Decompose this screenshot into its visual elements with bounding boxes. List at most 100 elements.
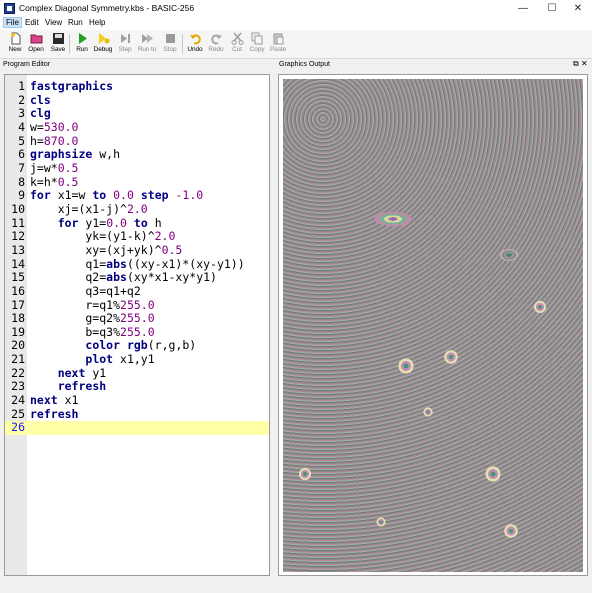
number-token: 0.5	[57, 160, 79, 175]
text-token: yk=(y1-k)^	[30, 229, 155, 244]
keyword-token: to	[92, 188, 107, 203]
code-line[interactable]: 9 for x1=w to 0.0 step -1.0	[5, 188, 269, 203]
program-editor[interactable]: 1 fastgraphics 2 cls 3 clg 4 w=530.0 5 h=870.0 6 gr…	[4, 74, 270, 576]
code-text: q1=abs((xy-x1)*(xy-y1))	[30, 256, 244, 272]
line-number: 17	[11, 297, 25, 312]
code-line[interactable]: 2 cls	[5, 92, 269, 108]
close-button[interactable]: ✕	[563, 0, 592, 17]
close-pane-icon[interactable]: ✕	[581, 59, 588, 68]
code-text: next x1	[30, 393, 78, 408]
code-line[interactable]: 18 g=q2%255.0	[5, 311, 269, 326]
code-line[interactable]: 17 r=q1%255.0	[5, 297, 269, 313]
line-number: 2	[18, 92, 25, 107]
code-line[interactable]: 15 q2=abs(xy*x1-xy*y1)	[5, 270, 269, 285]
code-text: for x1=w to 0.0 step -1.0	[30, 188, 203, 203]
code-text: w=530.0	[30, 119, 78, 135]
code-text: refresh	[30, 407, 78, 422]
text-token: q3=q1+q2	[30, 283, 141, 298]
code-line[interactable]: 5 h=870.0	[5, 133, 269, 149]
text-token: h=	[30, 133, 44, 148]
code-text: plot x1,y1	[30, 352, 154, 367]
menu-view[interactable]: View	[43, 18, 64, 27]
keyword-token: cls	[30, 92, 51, 107]
line-number: 24	[11, 393, 25, 408]
text-token: xj=(x1-j)^	[30, 201, 127, 216]
step-button[interactable]: Step	[114, 32, 136, 53]
run-button[interactable]: Run	[71, 32, 93, 53]
keyword-token: next	[30, 393, 58, 408]
open-button[interactable]: Open	[25, 32, 47, 53]
number-token: 255.0	[120, 311, 155, 326]
code-line[interactable]: 26	[5, 421, 269, 436]
graphics-output-pane	[278, 74, 588, 576]
code-line[interactable]: 20 color rgb(r,g,b)	[5, 339, 269, 353]
code-line[interactable]: 25 refresh	[5, 407, 269, 422]
minimize-button[interactable]: —	[508, 0, 538, 17]
cut-button[interactable]: Cut	[226, 32, 248, 53]
code-line[interactable]: 19 b=q3%255.0	[5, 325, 269, 340]
line-number: 18	[11, 311, 25, 326]
text-token: j=w*	[30, 160, 58, 175]
run-to-button[interactable]: Run to	[136, 32, 158, 53]
menu-file[interactable]: File	[3, 17, 22, 28]
menu-edit[interactable]: Edit	[23, 18, 41, 27]
code-line[interactable]: 4 w=530.0	[5, 119, 269, 135]
keyword-token: rgb	[126, 338, 148, 353]
keyword-token: next	[57, 365, 86, 380]
line-number: 5	[18, 133, 25, 148]
line-number: 8	[18, 174, 25, 189]
code-line[interactable]: 24 next x1	[5, 393, 269, 408]
code-line[interactable]: 16 q3=q1+q2	[5, 283, 269, 299]
stop-icon	[165, 34, 175, 43]
code-line[interactable]: 1 fastgraphics	[5, 79, 269, 94]
line-number: 15	[11, 270, 25, 285]
text-token: r=q1%	[30, 297, 121, 312]
paste-button[interactable]: Paste	[267, 32, 289, 53]
code-line[interactable]: 10 xj=(x1-j)^2.0	[5, 201, 269, 217]
undo-button[interactable]: Undo	[184, 32, 206, 53]
code-line[interactable]: 22 next y1	[5, 365, 269, 381]
code-text: for y1=0.0 to h	[30, 216, 162, 231]
code-line[interactable]: 12 yk=(y1-k)^2.0	[5, 229, 269, 244]
copy-button[interactable]: Copy	[246, 32, 268, 53]
line-number: 4	[18, 119, 25, 134]
text-token: g=q2%	[30, 311, 121, 326]
code-line[interactable]: 21 plot x1,y1	[5, 352, 269, 367]
text-token: y1	[85, 365, 107, 380]
menu-help[interactable]: Help	[87, 18, 107, 27]
code-line[interactable]: 8 k=h*0.5	[5, 174, 269, 190]
step-icon	[120, 34, 130, 43]
new-button[interactable]: New	[4, 32, 26, 53]
stop-button[interactable]: Stop	[159, 32, 181, 53]
code-lines: 1 fastgraphics 2 cls 3 clg 4 w=530.0 5 h=870.0 6 gr…	[5, 79, 269, 436]
line-number: 12	[11, 229, 25, 244]
code-line[interactable]: 11 for y1=0.0 to h	[5, 216, 269, 231]
text-token: (xy*x1-xy*y1)	[126, 270, 217, 285]
code-line[interactable]: 6 graphsize w,h	[5, 147, 269, 162]
redo-button[interactable]: Redo	[205, 32, 227, 53]
code-line[interactable]: 14 q1=abs((xy-x1)*(xy-y1))	[5, 256, 269, 272]
keyword-token: graphsize	[30, 147, 93, 162]
keyword-token: fastgraphics	[30, 79, 114, 93]
keyword-token: abs	[106, 256, 127, 271]
keyword-token: plot	[85, 352, 114, 367]
code-line[interactable]: 7 j=w*0.5	[5, 160, 269, 176]
code-line[interactable]: 23 refresh	[5, 380, 269, 394]
code-text: k=h*0.5	[30, 175, 78, 190]
code-text: color rgb(r,g,b)	[30, 339, 196, 353]
program-editor-title: Program Editor	[3, 61, 51, 68]
graphics-output-title: Graphics Output	[279, 61, 330, 68]
menu-run[interactable]: Run	[66, 18, 85, 27]
save-button[interactable]: Save	[47, 32, 69, 53]
restore-pane-icon[interactable]: ⧉	[573, 59, 579, 68]
line-number: 22	[11, 365, 25, 380]
code-line[interactable]: 3 clg	[5, 106, 269, 121]
debug-button[interactable]: Debug	[92, 32, 114, 53]
text-token: w=	[30, 119, 44, 134]
code-line[interactable]: 13 xy=(xj+yk)^0.5	[5, 243, 269, 258]
text-token: (r,g,b)	[147, 338, 197, 353]
